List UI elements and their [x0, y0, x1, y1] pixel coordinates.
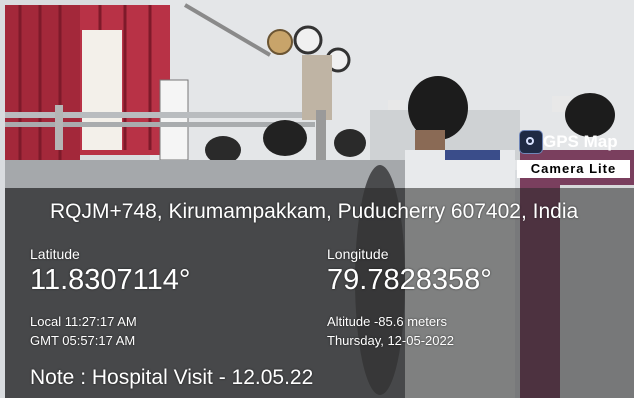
gps-camera-icon: [519, 130, 543, 154]
badge-subtitle: Camera Lite: [517, 160, 630, 178]
longitude-value: 79.7828358°: [327, 264, 492, 296]
gmt-time: GMT 05:57:17 AM: [30, 333, 136, 348]
altitude-text: Altitude -85.6 meters: [327, 314, 447, 329]
date-text: Thursday, 12-05-2022: [327, 333, 454, 348]
address-text: RQJM+748, Kirumampakkam, Puducherry 6074…: [50, 200, 579, 223]
gps-map-camera-badge: GPS Map Camera Lite: [513, 124, 634, 180]
badge-title: GPS Map: [543, 132, 618, 151]
longitude-label: Longitude: [327, 246, 389, 262]
latitude-value: 11.8307114°: [30, 264, 191, 296]
note-text: Note : Hospital Visit - 12.05.22: [30, 366, 314, 389]
photo-frame: GPS Map Camera Lite RQJM+748, Kirumampak…: [0, 0, 634, 398]
local-time: Local 11:27:17 AM: [30, 314, 137, 329]
latitude-label: Latitude: [30, 246, 80, 262]
